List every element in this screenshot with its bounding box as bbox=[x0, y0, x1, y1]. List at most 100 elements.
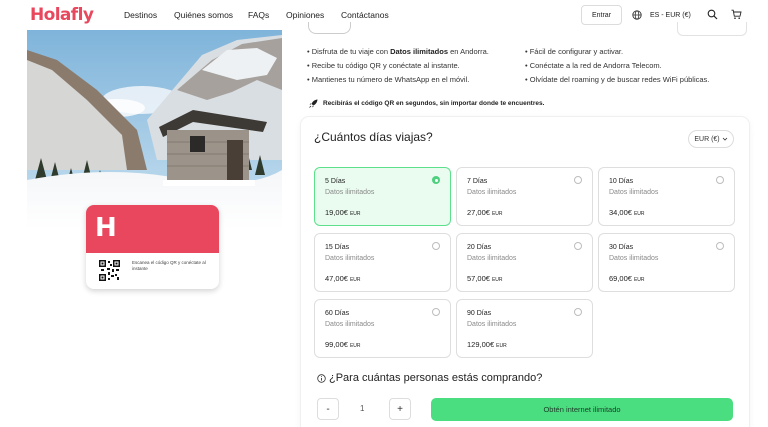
feature-item: • Fácil de configurar y activar. bbox=[525, 47, 624, 56]
feature-item: • Disfruta de tu viaje con Datos ilimita… bbox=[307, 47, 489, 56]
qr-delivery-note: Recibirás el código QR en segundos, sin … bbox=[309, 99, 544, 108]
feature-text: Conéctate a la red de Andorra Telecom. bbox=[529, 61, 662, 70]
andorra-mountain-hero-image bbox=[27, 30, 282, 230]
language-currency-label: ES - EUR (€) bbox=[650, 11, 691, 19]
cart-icon[interactable] bbox=[731, 9, 742, 20]
mountain-landscape-illustration bbox=[27, 30, 282, 230]
plan-price: 27,00€ bbox=[467, 208, 490, 217]
nav-quienes-somos[interactable]: Quiénes somos bbox=[174, 10, 233, 20]
feature-text-end: en Andorra. bbox=[448, 47, 489, 56]
feature-text: Disfruta de tu viaje con bbox=[311, 47, 391, 56]
nav-faqs[interactable]: FAQs bbox=[248, 10, 269, 20]
feature-item: • Recibe tu código QR y conéctate al ins… bbox=[307, 61, 460, 70]
top-tab-pill bbox=[308, 22, 351, 34]
qr-note-text: Recibirás el código QR en segundos, sin … bbox=[323, 100, 545, 107]
plan-price-row: 34,00€ EUR bbox=[609, 208, 645, 217]
holafly-logo[interactable]: Holafly bbox=[30, 5, 94, 25]
plan-days: 7 Días bbox=[467, 178, 488, 185]
plan-data-allowance: Datos ilimitados bbox=[609, 189, 659, 196]
plan-days: 30 Días bbox=[609, 244, 634, 251]
plan-days: 10 Días bbox=[609, 178, 634, 185]
plan-option-card[interactable]: 60 Días Datos ilimitados 99,00€ EUR bbox=[314, 299, 451, 358]
info-icon[interactable] bbox=[317, 373, 326, 383]
currency-label: EUR (€) bbox=[694, 135, 720, 143]
plan-option-card[interactable]: 15 Días Datos ilimitados 47,00€ EUR bbox=[314, 233, 451, 292]
globe-icon bbox=[632, 10, 642, 20]
nav-contactanos[interactable]: Contáctanos bbox=[341, 10, 389, 20]
language-currency-selector[interactable]: ES - EUR (€) bbox=[632, 10, 691, 20]
plan-days: 5 Días bbox=[325, 178, 346, 185]
plan-radio-button[interactable] bbox=[716, 242, 724, 250]
top-navigation-bar: Holafly Destinos Quiénes somos FAQs Opin… bbox=[0, 0, 768, 30]
plan-price-row: 47,00€ EUR bbox=[325, 274, 361, 283]
quantity-increase-button[interactable]: + bbox=[389, 398, 411, 420]
plan-data-allowance: Datos ilimitados bbox=[467, 321, 517, 328]
plan-radio-button[interactable] bbox=[574, 308, 582, 316]
plan-currency: EUR bbox=[491, 211, 503, 217]
plan-currency: EUR bbox=[633, 211, 645, 217]
feature-item: • Conéctate a la red de Andorra Telecom. bbox=[525, 61, 662, 70]
plan-option-card[interactable]: 30 Días Datos ilimitados 69,00€ EUR bbox=[598, 233, 735, 292]
plan-radio-button[interactable] bbox=[574, 242, 582, 250]
qr-code-icon bbox=[99, 260, 120, 281]
feature-text: Fácil de configurar y activar. bbox=[529, 47, 624, 56]
plan-option-card[interactable]: 5 Días Datos ilimitados 19,00€ EUR bbox=[314, 167, 451, 226]
plan-option-card[interactable]: 20 Días Datos ilimitados 57,00€ EUR bbox=[456, 233, 593, 292]
plan-data-allowance: Datos ilimitados bbox=[467, 189, 517, 196]
plan-option-card[interactable]: 7 Días Datos ilimitados 27,00€ EUR bbox=[456, 167, 593, 226]
plan-radio-button[interactable] bbox=[432, 308, 440, 316]
plan-price-row: 57,00€ EUR bbox=[467, 274, 503, 283]
plan-currency: EUR bbox=[491, 277, 503, 283]
plan-price: 47,00€ bbox=[325, 274, 348, 283]
plan-currency: EUR bbox=[496, 343, 507, 349]
plan-price-row: 27,00€ EUR bbox=[467, 208, 503, 217]
feature-text: Recibe tu código QR y conéctate al insta… bbox=[311, 61, 460, 70]
plan-data-allowance: Datos ilimitados bbox=[609, 255, 659, 262]
plan-data-allowance: Datos ilimitados bbox=[325, 321, 375, 328]
quantity-decrease-button[interactable]: - bbox=[317, 398, 339, 420]
plan-price-row: 99,00€ EUR bbox=[325, 340, 361, 349]
feature-item: • Mantienes tu número de WhatsApp en el … bbox=[307, 75, 470, 84]
plan-currency: EUR bbox=[633, 277, 645, 283]
holafly-card-logo: H bbox=[95, 213, 117, 243]
plan-price: 69,00€ bbox=[609, 274, 632, 283]
plan-data-allowance: Datos ilimitados bbox=[467, 255, 517, 262]
plan-days: 90 Días bbox=[467, 310, 492, 317]
plan-option-card[interactable]: 90 Días Datos ilimitados 129,00€ EUR bbox=[456, 299, 593, 358]
plan-price: 57,00€ bbox=[467, 274, 490, 283]
esim-card-caption: Escanea el código QR y conéctate al inst… bbox=[132, 260, 206, 271]
plan-price-row: 69,00€ EUR bbox=[609, 274, 645, 283]
plan-price: 99,00€ bbox=[325, 340, 348, 349]
plan-radio-button[interactable] bbox=[432, 242, 440, 250]
currency-dropdown[interactable]: EUR (€) bbox=[688, 130, 734, 148]
plan-days: 20 Días bbox=[467, 244, 492, 251]
people-question: ¿Para cuántas personas estás comprando? bbox=[317, 372, 542, 384]
plan-radio-button[interactable] bbox=[574, 176, 582, 184]
plan-data-allowance: Datos ilimitados bbox=[325, 255, 375, 262]
esim-card-header: H bbox=[86, 205, 219, 253]
plan-price: 34,00€ bbox=[609, 208, 632, 217]
plan-price: 129,00€ bbox=[467, 340, 495, 349]
feature-item: • Olvídate del roaming y de buscar redes… bbox=[525, 75, 710, 84]
login-button[interactable]: Entrar bbox=[581, 5, 622, 25]
search-icon[interactable] bbox=[707, 9, 718, 20]
quantity-value[interactable]: 1 bbox=[360, 404, 364, 413]
nav-destinos[interactable]: Destinos bbox=[124, 10, 157, 20]
plan-currency: EUR bbox=[349, 343, 361, 349]
esim-qr-card: H Escanea el código QR y conéctate al in… bbox=[86, 205, 219, 289]
plan-price-row: 129,00€ EUR bbox=[467, 340, 507, 349]
plan-data-allowance: Datos ilimitados bbox=[325, 189, 375, 196]
plan-days: 15 Días bbox=[325, 244, 350, 251]
nav-opiniones[interactable]: Opiniones bbox=[286, 10, 324, 20]
plan-radio-button[interactable] bbox=[432, 176, 440, 184]
get-unlimited-internet-button[interactable]: Obtén internet ilimitado bbox=[431, 398, 733, 421]
plan-price-row: 19,00€ EUR bbox=[325, 208, 361, 217]
plan-option-card[interactable]: 10 Días Datos ilimitados 34,00€ EUR bbox=[598, 167, 735, 226]
plan-price: 19,00€ bbox=[325, 208, 348, 217]
feature-text: Mantienes tu número de WhatsApp en el mó… bbox=[311, 75, 470, 84]
plan-radio-button[interactable] bbox=[716, 176, 724, 184]
feature-text: Olvídate del roaming y de buscar redes W… bbox=[529, 75, 710, 84]
rocket-icon bbox=[309, 99, 318, 108]
plan-currency: EUR bbox=[349, 211, 361, 217]
plans-title: ¿Cuántos días viajas? bbox=[314, 130, 433, 144]
